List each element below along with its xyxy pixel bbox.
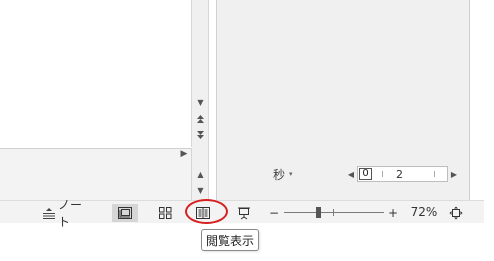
highlight-circle <box>185 199 228 224</box>
seconds-dropdown-label: 秒 <box>273 167 286 182</box>
scroll-down-arrow-lower[interactable]: ▼ <box>195 186 206 196</box>
next-slide-button[interactable] <box>195 130 206 140</box>
slide-canvas[interactable] <box>0 0 192 147</box>
notes-pane[interactable] <box>0 148 192 200</box>
status-bar: ノート − + 72% <box>0 198 484 229</box>
pager-thumb[interactable]: 0 <box>359 168 372 180</box>
zoom-in-button[interactable]: + <box>387 204 399 222</box>
notes-icon <box>42 207 56 219</box>
slideshow-icon <box>238 207 250 219</box>
double-down-icon <box>197 131 204 139</box>
slideshow-button[interactable] <box>231 204 257 222</box>
pager-next-button[interactable]: ▶ <box>448 170 460 179</box>
fit-to-window-button[interactable] <box>447 204 465 222</box>
seconds-dropdown[interactable]: 秒 ▾ <box>273 166 293 182</box>
slide-sorter-button[interactable] <box>152 204 178 222</box>
right-scrollbar[interactable] <box>470 0 484 200</box>
scroll-right-arrow[interactable]: ▶ <box>178 148 190 160</box>
zoom-level[interactable]: 72% <box>409 205 439 219</box>
notes-button[interactable]: ノート <box>42 198 90 229</box>
reading-view-tooltip: 閲覧表示 <box>201 229 260 251</box>
pager-prev-button[interactable]: ◀ <box>345 170 357 179</box>
normal-view-button[interactable] <box>112 204 138 222</box>
pager-tick <box>382 171 383 177</box>
double-up-icon <box>197 115 204 123</box>
scroll-up-arrow[interactable]: ▲ <box>195 170 206 180</box>
zoom-out-button[interactable]: − <box>268 204 280 222</box>
previous-slide-button[interactable] <box>195 114 206 124</box>
chevron-down-icon: ▾ <box>289 170 293 178</box>
pager-value: 2 <box>396 168 403 181</box>
pager-track[interactable]: 0 2 <box>357 166 448 182</box>
pager-tick <box>434 171 435 177</box>
scroll-down-arrow[interactable]: ▼ <box>195 98 206 108</box>
zoom-slider[interactable] <box>284 207 384 218</box>
notes-label: ノート <box>58 198 83 229</box>
vertical-scrollbar[interactable]: ▼ ▲ ▼ <box>192 0 209 200</box>
normal-view-icon <box>118 207 132 219</box>
fit-to-window-icon <box>449 206 463 220</box>
zoom-center-mark <box>333 209 334 216</box>
slide-pager[interactable]: ◀ 0 2 ▶ <box>345 165 460 183</box>
zoom-slider-thumb[interactable] <box>316 207 321 218</box>
slide-sorter-icon <box>159 207 172 219</box>
